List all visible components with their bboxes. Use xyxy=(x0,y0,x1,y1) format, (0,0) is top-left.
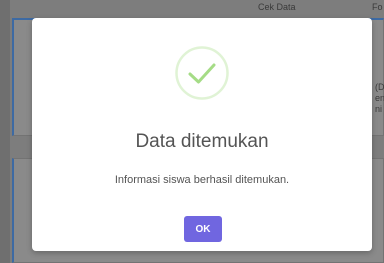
success-dialog: Data ditemukan Informasi siswa berhasil … xyxy=(32,18,372,251)
dialog-message: Informasi siswa berhasil ditemukan. xyxy=(114,174,290,186)
success-check-icon xyxy=(175,46,229,100)
ok-button[interactable]: OK xyxy=(184,216,222,242)
background-fragment: en xyxy=(375,93,384,103)
background-header-text: Cek Data xyxy=(258,2,296,12)
background-fragment: (D xyxy=(375,82,384,92)
page-left-strip xyxy=(0,0,10,263)
background-fragment: ni xyxy=(375,104,383,114)
background-header-text-2: Fo xyxy=(372,2,383,12)
dialog-title: Data ditemukan xyxy=(135,131,269,152)
screen: Cek Data Fo (D en ni Data ditemukan Info… xyxy=(0,0,384,263)
